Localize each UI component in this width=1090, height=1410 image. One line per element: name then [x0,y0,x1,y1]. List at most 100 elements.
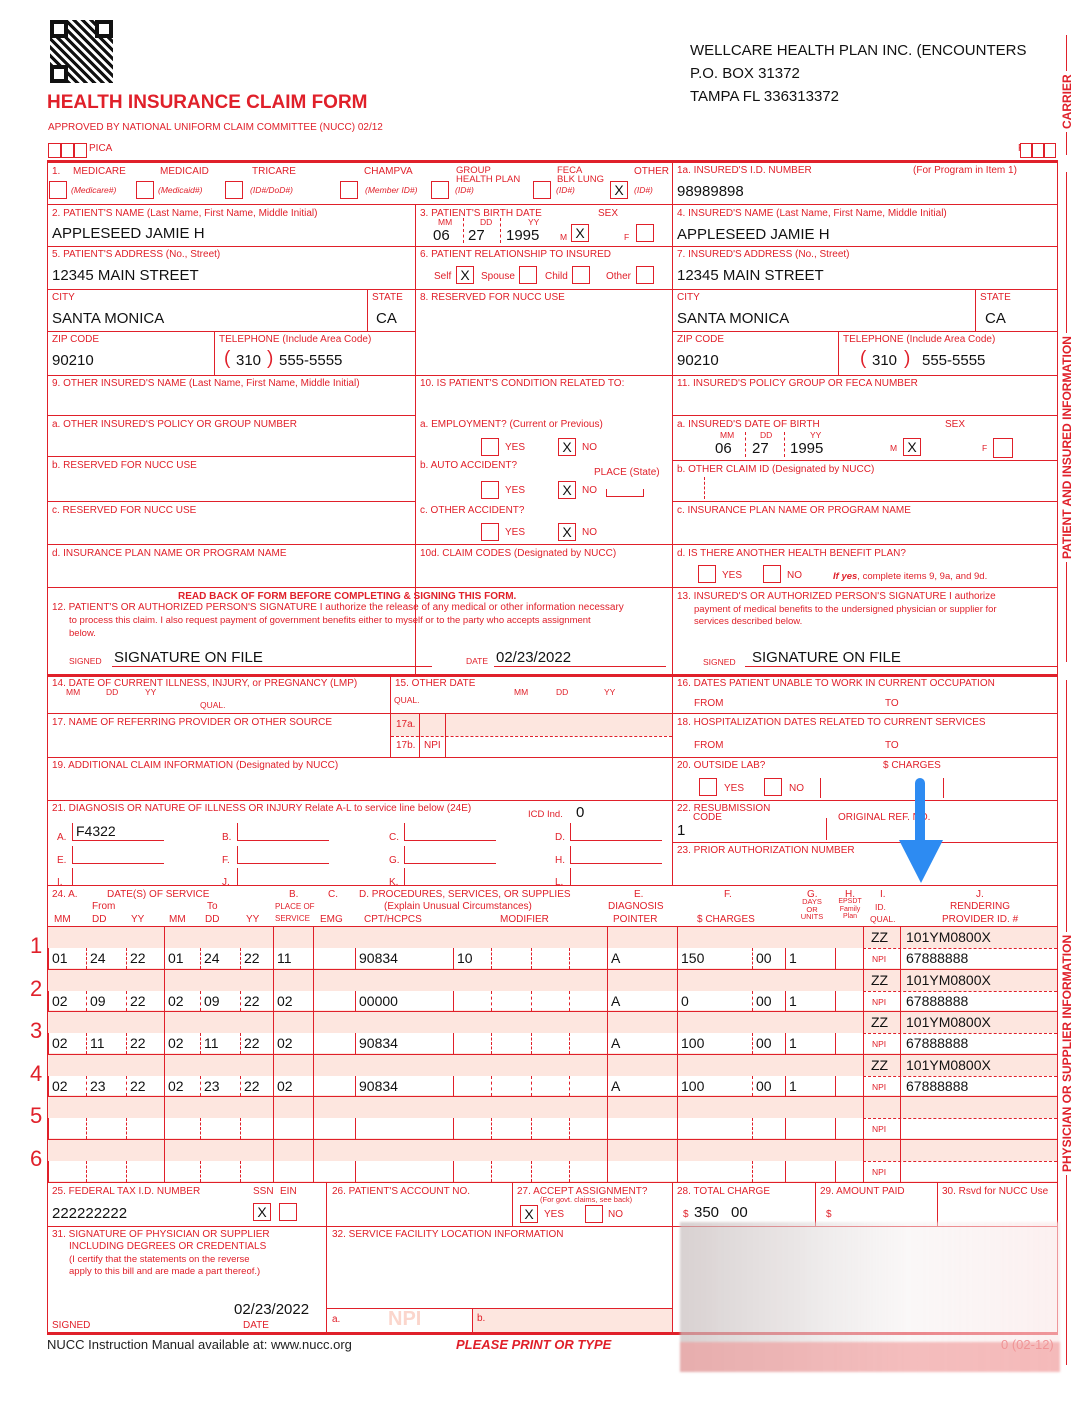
pica-box-right[interactable] [1032,143,1044,158]
patient-dob-yy[interactable]: 1995 [506,227,539,244]
checkbox-rel-other[interactable] [636,266,654,284]
line-fmm[interactable]: 02 [52,1035,68,1051]
line-fmm[interactable]: 02 [52,1078,68,1094]
icd-indicator[interactable]: 0 [576,804,584,821]
line-qual[interactable]: ZZ [871,1057,888,1073]
line-pos[interactable]: 02 [277,993,293,1009]
line-qual[interactable]: ZZ [871,1014,888,1030]
checkbox-medicare[interactable] [49,181,67,199]
diagnosis-code-field[interactable] [237,868,329,886]
checkbox-champva[interactable] [340,181,358,199]
line-tmm[interactable]: 01 [168,950,184,966]
checkbox-other-accident-no[interactable]: X [558,523,576,541]
insured-area-code[interactable]: 310 [872,352,897,369]
patient-state-field[interactable]: CA [376,310,397,327]
line-tyy[interactable]: 22 [244,1035,260,1051]
checkbox-employment-no[interactable]: X [558,438,576,456]
insured-signature[interactable]: SIGNATURE ON FILE [752,649,901,666]
patient-name-field[interactable]: APPLESEED JAMIE H [52,225,205,242]
line-fmm[interactable]: 02 [52,993,68,1009]
line-ptr[interactable]: A [611,993,620,1009]
line-cpt[interactable]: 90834 [359,950,398,966]
line-ptr[interactable]: A [611,1035,620,1051]
diagnosis-code-field[interactable] [404,823,496,841]
total-charge-cents[interactable]: 00 [731,1204,748,1221]
diagnosis-code-field[interactable] [570,846,662,864]
insured-dob-mm[interactable]: 06 [715,440,732,457]
patient-signature[interactable]: SIGNATURE ON FILE [114,649,263,666]
insured-name-field[interactable]: APPLESEED JAMIE H [677,226,830,243]
checkbox-rel-self[interactable]: X [456,266,474,284]
insured-zip-field[interactable]: 90210 [677,352,719,369]
line-cpt[interactable]: 00000 [359,993,398,1009]
checkbox-rel-spouse[interactable] [519,266,537,284]
pica-box[interactable] [48,143,61,158]
checkbox-tricare[interactable] [225,181,243,199]
line-mod[interactable]: 10 [457,950,473,966]
line-tmm[interactable]: 02 [168,1035,184,1051]
checkbox-other-plan-no[interactable] [763,565,781,583]
line-cpt[interactable]: 90834 [359,1035,398,1051]
line-units[interactable]: 1 [789,993,797,1009]
checkbox-patient-male[interactable]: X [571,224,589,242]
line-units[interactable]: 1 [789,950,797,966]
line-rendering-npi[interactable]: 67888888 [906,1078,968,1094]
checkbox-auto-yes[interactable] [481,481,499,499]
federal-tax-id[interactable]: 222222222 [52,1205,127,1222]
diagnosis-code-field[interactable] [570,823,662,841]
line-cents[interactable]: 00 [756,1078,772,1094]
checkbox-other-plan-yes[interactable] [698,565,716,583]
checkbox-auto-no[interactable]: X [558,481,576,499]
line-ptr[interactable]: A [611,950,620,966]
line-cpt[interactable]: 90834 [359,1078,398,1094]
line-qual[interactable]: ZZ [871,972,888,988]
insured-phone[interactable]: 555-5555 [922,352,985,369]
line-tmm[interactable]: 02 [168,1078,184,1094]
checkbox-assign-yes[interactable]: X [520,1205,538,1223]
line-fyy[interactable]: 22 [130,950,146,966]
insured-city-field[interactable]: SANTA MONICA [677,310,789,327]
insured-dob-yy[interactable]: 1995 [790,440,823,457]
line-rendering-npi[interactable]: 67888888 [906,993,968,1009]
line-qual[interactable]: ZZ [871,929,888,945]
checkbox-patient-female[interactable] [636,224,654,242]
line-pos[interactable]: 11 [277,950,292,966]
line-tyy[interactable]: 22 [244,1078,260,1094]
line-tdd[interactable]: 24 [204,950,220,966]
line-tdd[interactable]: 09 [204,993,220,1009]
line-taxonomy[interactable]: 101YM0800X [906,972,991,988]
line-rendering-npi[interactable]: 67888888 [906,950,968,966]
checkbox-feca[interactable] [533,181,551,199]
diagnosis-code-field[interactable] [72,868,164,886]
line-fmm[interactable]: 01 [52,950,68,966]
patient-phone[interactable]: 555-5555 [279,352,342,369]
line-tdd[interactable]: 23 [204,1078,220,1094]
line-pos[interactable]: 02 [277,1035,293,1051]
line-chg[interactable]: 100 [681,1078,704,1094]
resubmission-code[interactable]: 1 [677,822,685,839]
patient-city-field[interactable]: SANTA MONICA [52,310,164,327]
insured-id-field[interactable]: 98989898 [677,183,744,200]
checkbox-medicaid[interactable] [136,181,154,199]
line-chg[interactable]: 0 [681,993,689,1009]
line-cents[interactable]: 00 [756,1035,772,1051]
line-pos[interactable]: 02 [277,1078,293,1094]
line-fyy[interactable]: 22 [130,1078,146,1094]
diagnosis-code-field[interactable] [404,868,496,886]
checkbox-assign-no[interactable] [585,1205,603,1223]
checkbox-employment-yes[interactable] [481,438,499,456]
line-tyy[interactable]: 22 [244,993,260,1009]
insured-address-field[interactable]: 12345 MAIN STREET [677,267,824,284]
checkbox-insured-male[interactable]: X [903,438,921,456]
diagnosis-code-field[interactable] [237,823,329,841]
checkbox-group-health[interactable] [431,181,449,199]
line-chg[interactable]: 100 [681,1035,704,1051]
patient-dob-dd[interactable]: 27 [468,227,485,244]
checkbox-ssn[interactable]: X [253,1203,271,1221]
checkbox-ein[interactable] [279,1203,297,1221]
line-chg[interactable]: 150 [681,950,704,966]
checkbox-lab-yes[interactable] [699,778,717,796]
line-tdd[interactable]: 11 [204,1035,219,1051]
line-tyy[interactable]: 22 [244,950,260,966]
diagnosis-code-field[interactable] [404,846,496,864]
